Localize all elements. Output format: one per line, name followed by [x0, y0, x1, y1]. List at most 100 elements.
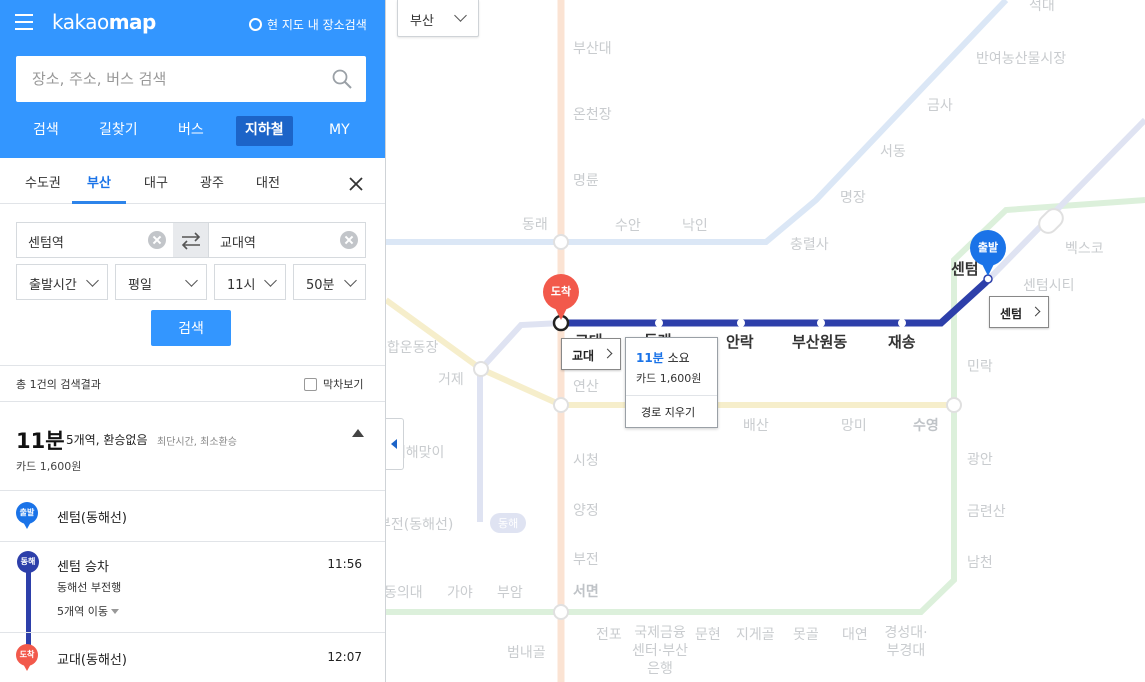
top-bar: kakaomap 현 지도 내 장소검색 검색 길찾기 버스 지하철 MY — [0, 0, 385, 158]
map-label[interactable]: 벡스코 — [1065, 238, 1104, 258]
map-label[interactable]: 서면 — [573, 581, 599, 601]
day-type-select[interactable]: 평일 — [115, 264, 207, 300]
map-label[interactable]: 경성대·부경대 — [882, 624, 930, 660]
result-count: 총 1건의 검색결과 — [16, 378, 101, 391]
map-label[interactable]: 지게골 — [736, 624, 775, 644]
search-icon[interactable] — [332, 69, 352, 89]
map-label[interactable]: 거제 — [438, 369, 464, 389]
start-pin-icon: 출발 — [16, 502, 38, 530]
time-type-select[interactable]: 출발시간 — [16, 264, 108, 300]
close-icon[interactable] — [346, 174, 366, 194]
map-label[interactable]: 동래 — [522, 214, 548, 234]
map-label[interactable]: 석대 — [1029, 0, 1055, 15]
map-label[interactable]: 명장 — [840, 187, 866, 207]
route-summary[interactable]: 11분 5개역, 환승없음 최단시간, 최소환승 카드 1,600원 — [0, 403, 385, 491]
region-tab-capital[interactable]: 수도권 — [25, 172, 61, 191]
map-label[interactable]: 동의대 — [386, 582, 423, 602]
map-label[interactable]: 부암 — [497, 582, 523, 602]
map-label[interactable]: 부전(동해선) — [386, 514, 453, 534]
minute-select[interactable]: 50분 — [293, 264, 366, 300]
region-tab-gwangju[interactable]: 광주 — [200, 172, 224, 191]
map-label[interactable]: 충렬사 — [790, 234, 829, 254]
map-label[interactable]: 연산 — [573, 376, 599, 396]
map-area-search-toggle[interactable]: 현 지도 내 장소검색 — [249, 16, 367, 33]
destination-field[interactable]: 교대역 — [208, 222, 366, 258]
map-label[interactable]: 금사 — [927, 95, 953, 115]
day-type-value: 평일 — [128, 278, 152, 293]
last-train-label: 막차보기 — [323, 378, 364, 391]
route-label-banyeo[interactable]: 부산원동 — [792, 331, 847, 352]
map-label[interactable]: 배산 — [743, 415, 769, 435]
map-area-search-label: 현 지도 내 장소검색 — [267, 18, 367, 32]
tab-my[interactable]: MY — [329, 116, 350, 146]
origin-value: 센텀역 — [28, 236, 64, 251]
map-start-pin[interactable]: 출발 — [970, 230, 1006, 276]
tab-bus[interactable]: 버스 — [178, 116, 204, 146]
map-label[interactable]: 양정 — [573, 500, 599, 520]
map-label[interactable]: 범내골 — [507, 642, 546, 662]
pin-tail — [22, 520, 32, 529]
map-label[interactable]: 문현 — [695, 624, 721, 644]
map-label[interactable]: 수안 — [615, 215, 641, 235]
map-label[interactable]: 수영 — [913, 415, 939, 435]
stops-toggle[interactable]: 5개역 이동 — [57, 603, 119, 619]
route-label-jaesong[interactable]: 재송 — [888, 331, 916, 352]
clear-destination-icon[interactable] — [340, 231, 358, 249]
map-label[interactable]: 반여농산물시장 — [976, 48, 1066, 68]
swap-button[interactable] — [173, 222, 209, 258]
search-input[interactable] — [16, 56, 316, 102]
region-tab-busan[interactable]: 부산 — [87, 172, 111, 191]
route-search-button[interactable]: 검색 — [151, 310, 231, 346]
map-label[interactable]: 못골 — [793, 624, 819, 644]
map-end-pin[interactable]: 도착 — [543, 274, 579, 320]
city-select[interactable]: 부산 — [397, 0, 479, 37]
city-value: 부산 — [410, 14, 434, 29]
step-divider — [0, 541, 385, 542]
tab-search[interactable]: 검색 — [33, 116, 59, 146]
map-label[interactable]: 시청 — [573, 450, 599, 470]
origin-field[interactable]: 센텀역 — [16, 222, 174, 258]
station-geoje-node — [473, 361, 489, 377]
chevron-down-icon — [454, 9, 467, 22]
region-tab-daegu[interactable]: 대구 — [144, 172, 168, 191]
minute-value: 50분 — [306, 278, 335, 293]
clear-route-button[interactable]: 경로 지우기 — [641, 404, 695, 420]
map-label[interactable]: 명륜 — [573, 170, 599, 190]
end-pin-icon: 도착 — [16, 644, 38, 672]
map-label[interactable]: 온천장 — [573, 104, 612, 124]
clear-origin-icon[interactable] — [148, 231, 166, 249]
line-tag-donghae: 동해 — [490, 513, 527, 533]
map-label[interactable]: 부산대 — [573, 38, 612, 58]
start-station-box-label: 센텀 — [1000, 307, 1023, 321]
map-label[interactable]: 부전 — [573, 549, 599, 569]
route-fare: 카드 1,600원 — [16, 460, 82, 473]
map-label[interactable]: 민락 — [967, 356, 993, 376]
end-station-box[interactable]: 교대 — [561, 338, 621, 370]
panel-collapse-button[interactable] — [386, 418, 404, 470]
tab-directions[interactable]: 길찾기 — [99, 116, 138, 146]
map-label[interactable]: 센텀시티 — [1023, 275, 1075, 295]
map-label[interactable]: 가야 — [447, 582, 473, 602]
hamburger-menu-icon[interactable] — [15, 14, 33, 30]
route-label-anrak[interactable]: 안락 — [726, 331, 754, 352]
map-label[interactable]: 서동 — [880, 141, 906, 161]
tab-subway[interactable]: 지하철 — [236, 116, 293, 146]
region-tab-daejeon[interactable]: 대전 — [256, 172, 280, 191]
map-label[interactable]: 금련산 — [967, 501, 1006, 521]
region-tabs: 수도권 부산 대구 광주 대전 — [0, 158, 385, 204]
map-label[interactable]: 광안 — [967, 449, 993, 469]
map-label[interactable]: 대연 — [842, 624, 868, 644]
map-label[interactable]: 망미 — [841, 415, 867, 435]
hour-select[interactable]: 11시 — [214, 264, 286, 300]
map-label[interactable]: 국제금융센터·부산은행 — [630, 624, 690, 678]
map-label[interactable]: 전포 — [596, 624, 622, 644]
subway-map[interactable]: 부산대 온천장 명륜 동래 수안 낙인 충렬사 명장 서동 금사 반여농산물시장… — [386, 0, 1145, 682]
map-label[interactable]: 낙인 — [682, 215, 708, 235]
start-station-box[interactable]: 센텀 — [989, 296, 1049, 328]
checkbox-icon[interactable] — [304, 377, 317, 391]
last-train-toggle[interactable]: 막차보기 — [304, 376, 363, 392]
collapse-up-icon[interactable] — [352, 429, 364, 437]
kakaomap-logo[interactable]: kakaomap — [52, 10, 156, 34]
map-label[interactable]: 남천 — [967, 552, 993, 572]
map-label[interactable]: 종합운동장 — [386, 337, 438, 357]
